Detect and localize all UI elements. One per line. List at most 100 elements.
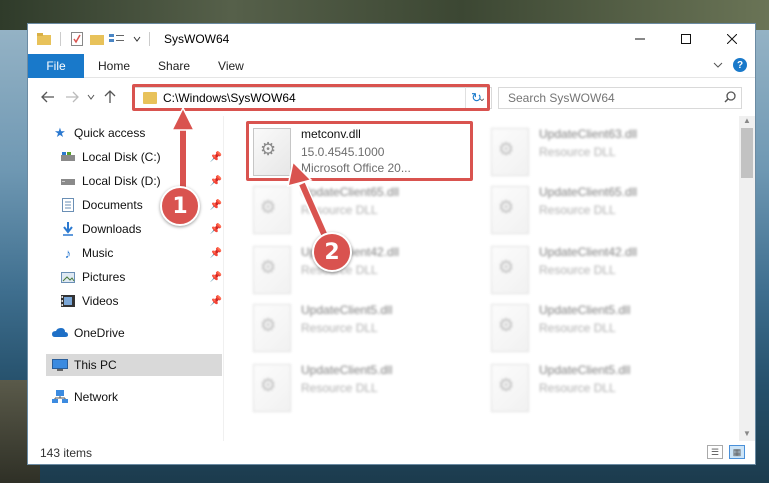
file-description: Resource DLL bbox=[539, 263, 616, 277]
chevron-down-icon[interactable] bbox=[129, 31, 145, 47]
pin-icon[interactable]: 📌 bbox=[210, 176, 222, 187]
sidebar-item-music[interactable]: ♪ Music 📌 bbox=[60, 242, 222, 264]
file-name: UpdateClient42.dll bbox=[539, 245, 638, 259]
close-icon[interactable] bbox=[709, 24, 755, 54]
file-explorer-window: SysWOW64 File Home Share View ? C:\Windo… bbox=[27, 23, 756, 465]
sidebar-item-label: Network bbox=[74, 390, 119, 404]
sidebar-item-local-disk-c[interactable]: Local Disk (C:) 📌 bbox=[60, 146, 222, 168]
sidebar-item-network[interactable]: Network bbox=[52, 386, 222, 408]
navigation-bar: C:\Windows\SysWOW64 ⌄ ↻ bbox=[28, 78, 755, 116]
dll-file-icon: ⚙ bbox=[253, 128, 291, 176]
toolbar-divider bbox=[60, 32, 61, 46]
pin-icon[interactable]: 📌 bbox=[210, 248, 222, 259]
sidebar-item-label: Pictures bbox=[82, 270, 126, 284]
minimize-icon[interactable] bbox=[617, 24, 663, 54]
file-tile-metconv[interactable]: ⚙ metconv.dll 15.0.4545.1000 Microsoft O… bbox=[249, 124, 479, 182]
tab-home[interactable]: Home bbox=[84, 59, 144, 73]
dll-file-icon: ⚙ bbox=[491, 304, 529, 352]
callout-1: 1 bbox=[160, 186, 200, 226]
file-name: UpdateClient5.dll bbox=[539, 303, 631, 317]
window-title: SysWOW64 bbox=[164, 32, 230, 46]
sidebar-item-videos[interactable]: Videos 📌 bbox=[60, 290, 222, 312]
file-tile[interactable]: ⚙ UpdateClient5.dll Resource DLL bbox=[249, 300, 479, 358]
sidebar-item-label: This PC bbox=[74, 358, 117, 372]
address-folder-icon bbox=[143, 92, 157, 104]
pictures-icon bbox=[60, 269, 76, 285]
window-controls bbox=[617, 24, 755, 54]
search-icon[interactable] bbox=[719, 90, 741, 106]
dll-file-icon: ⚙ bbox=[491, 246, 529, 294]
up-arrow-icon[interactable] bbox=[98, 85, 122, 109]
sidebar-item-downloads[interactable]: Downloads 📌 bbox=[60, 218, 222, 240]
tab-share[interactable]: Share bbox=[144, 59, 204, 73]
sidebar-item-quick-access[interactable]: ★ Quick access bbox=[52, 122, 222, 144]
file-description: Resource DLL bbox=[539, 381, 616, 395]
tiles-view-icon[interactable]: ▦ bbox=[729, 445, 745, 459]
item-count: 143 items bbox=[40, 445, 93, 460]
pin-icon[interactable]: 📌 bbox=[210, 224, 222, 235]
new-folder-icon[interactable] bbox=[89, 31, 105, 47]
view-toggle: ☰ ▦ bbox=[707, 445, 745, 459]
file-tile[interactable]: ⚙ UpdateClient5.dll Resource DLL bbox=[487, 300, 717, 358]
file-name: UpdateClient5.dll bbox=[301, 363, 393, 377]
sidebar-item-pictures[interactable]: Pictures 📌 bbox=[60, 266, 222, 288]
dll-file-icon: ⚙ bbox=[491, 186, 529, 234]
file-description: Resource DLL bbox=[301, 321, 378, 335]
sidebar-item-label: Videos bbox=[82, 294, 119, 308]
file-description: Resource DLL bbox=[301, 263, 378, 277]
sidebar-item-label: OneDrive bbox=[74, 326, 125, 340]
vertical-scrollbar[interactable]: ▲ ▼ bbox=[739, 116, 755, 441]
pane-divider bbox=[223, 116, 224, 441]
sidebar-item-this-pc[interactable]: This PC bbox=[46, 354, 222, 376]
file-description: Resource DLL bbox=[539, 203, 616, 217]
title-bar[interactable]: SysWOW64 bbox=[28, 24, 755, 54]
file-version: 15.0.4545.1000 bbox=[301, 145, 385, 159]
search-box[interactable] bbox=[498, 87, 742, 109]
file-tile[interactable]: ⚙ UpdateClient42.dllResource DLL bbox=[249, 242, 479, 300]
expand-ribbon-icon[interactable] bbox=[713, 58, 723, 72]
sidebar-item-local-disk-d[interactable]: Local Disk (D:) 📌 bbox=[60, 170, 222, 192]
navigation-pane: ★ Quick access Local Disk (C:) 📌 Local D… bbox=[28, 116, 223, 441]
address-path[interactable]: C:\Windows\SysWOW64 bbox=[163, 91, 473, 105]
dll-file-icon: ⚙ bbox=[491, 364, 529, 412]
file-tile[interactable]: ⚙ UpdateClient65.dll Resource DLL bbox=[487, 182, 717, 240]
tab-view[interactable]: View bbox=[204, 59, 258, 73]
scroll-down-icon[interactable]: ▼ bbox=[739, 429, 755, 441]
details-view-icon[interactable]: ☰ bbox=[707, 445, 723, 459]
file-tile[interactable]: ⚙ UpdateClient63.dll Resource DLL bbox=[487, 124, 717, 182]
search-input[interactable] bbox=[508, 91, 719, 105]
address-bar[interactable]: C:\Windows\SysWOW64 ⌄ bbox=[134, 87, 492, 109]
sidebar-item-label: Music bbox=[82, 246, 114, 260]
star-icon: ★ bbox=[54, 125, 66, 140]
pin-icon[interactable]: 📌 bbox=[210, 272, 222, 283]
sidebar-item-label: Downloads bbox=[82, 222, 142, 236]
pin-icon[interactable]: 📌 bbox=[210, 200, 222, 211]
file-tile[interactable]: ⚙ UpdateClient5.dll Resource DLL bbox=[487, 360, 717, 418]
scroll-up-icon[interactable]: ▲ bbox=[739, 116, 755, 128]
scrollbar-thumb[interactable] bbox=[741, 128, 753, 178]
pin-icon[interactable]: 📌 bbox=[210, 296, 222, 307]
file-description: Microsoft Office 20... bbox=[301, 161, 411, 175]
cloud-icon bbox=[52, 325, 68, 341]
dll-file-icon: ⚙ bbox=[491, 128, 529, 176]
file-tile[interactable]: ⚙ UpdateClient65.dll Resource DLL bbox=[249, 182, 479, 240]
dll-file-icon: ⚙ bbox=[253, 246, 291, 294]
back-arrow-icon[interactable] bbox=[36, 85, 60, 109]
maximize-icon[interactable] bbox=[663, 24, 709, 54]
pin-icon[interactable]: 📌 bbox=[210, 152, 222, 163]
customize-icon[interactable] bbox=[109, 31, 125, 47]
recent-locations-chevron-icon[interactable] bbox=[84, 85, 98, 109]
sidebar-item-onedrive[interactable]: OneDrive bbox=[52, 322, 222, 344]
forward-arrow-icon[interactable] bbox=[60, 85, 84, 109]
file-tile[interactable]: ⚙ UpdateClient42.dll Resource DLL bbox=[487, 242, 717, 300]
folder-icon[interactable] bbox=[36, 31, 52, 47]
refresh-icon[interactable]: ↻ bbox=[465, 87, 487, 109]
file-description: Resource DLL bbox=[539, 145, 616, 159]
tab-file[interactable]: File bbox=[28, 53, 84, 78]
properties-icon[interactable] bbox=[69, 31, 85, 47]
help-icon[interactable]: ? bbox=[733, 58, 747, 72]
file-description: Resource DLL bbox=[301, 203, 378, 217]
file-name: UpdateClient5.dll bbox=[301, 303, 393, 317]
file-tile[interactable]: ⚙ UpdateClient5.dll Resource DLL bbox=[249, 360, 479, 418]
file-name: metconv.dll bbox=[301, 127, 361, 141]
